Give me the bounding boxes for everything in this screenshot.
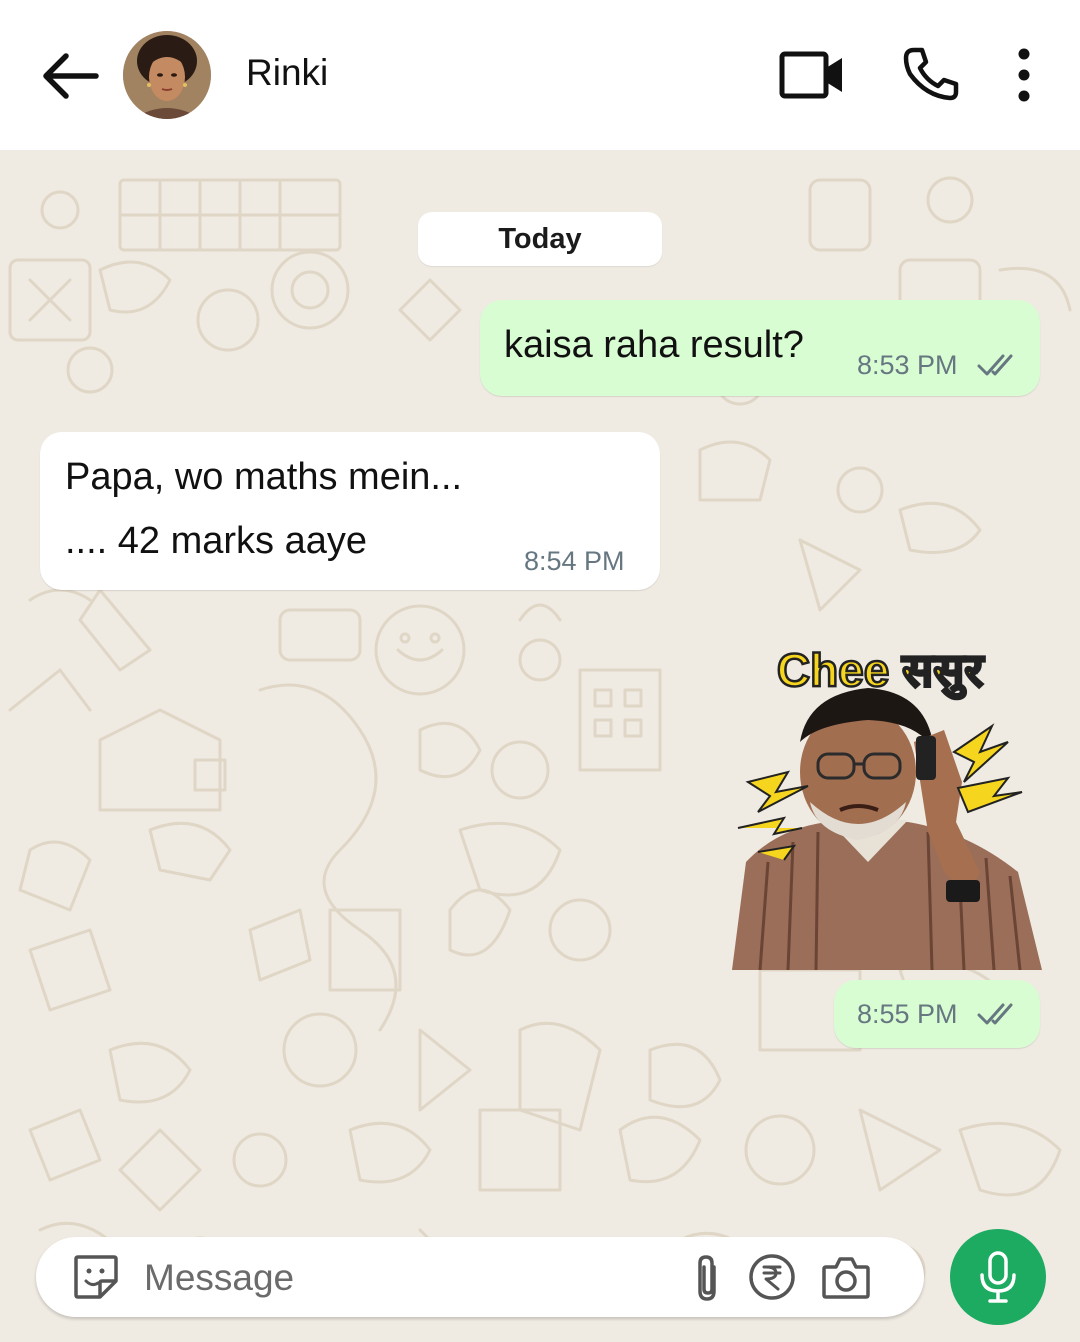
- double-tick-icon: [977, 1003, 1013, 1025]
- payment-button[interactable]: [748, 1253, 796, 1301]
- incoming-message[interactable]: Papa, wo maths mein... .... 42 marks aay…: [40, 432, 660, 590]
- message-text-line-1: Papa, wo maths mein...: [65, 456, 463, 498]
- phone-icon: [903, 47, 959, 101]
- more-vertical-icon: [1018, 48, 1030, 102]
- mic-icon: [980, 1251, 1016, 1303]
- back-button[interactable]: [38, 44, 102, 108]
- video-call-icon: [779, 51, 842, 99]
- rupee-icon: [749, 1254, 795, 1300]
- attach-icon: [698, 1255, 716, 1301]
- message-input[interactable]: [142, 1249, 676, 1307]
- attach-button[interactable]: [688, 1253, 728, 1303]
- message-text-line-2: .... 42 marks aaye: [65, 520, 368, 562]
- message-time: 8:53 PM: [857, 350, 958, 380]
- video-call-button[interactable]: [776, 46, 848, 106]
- chat-area[interactable]: Today kaisa raha result? 8:53 PM Papa, w…: [0, 150, 1080, 1342]
- contact-avatar[interactable]: [123, 31, 211, 119]
- double-tick-icon: [977, 354, 1013, 376]
- camera-icon: [822, 1257, 870, 1299]
- sticker-icon: [74, 1255, 118, 1299]
- sticker-text: Chee ससुर: [777, 644, 985, 700]
- sticker-timestamp: 8:55 PM: [834, 980, 1040, 1048]
- more-options-button[interactable]: [1004, 44, 1044, 106]
- message-text: kaisa raha result?: [504, 324, 804, 366]
- message-composer: [36, 1237, 924, 1317]
- sticker-button[interactable]: [70, 1251, 122, 1303]
- chat-header: Rinki: [0, 0, 1080, 150]
- contact-name[interactable]: Rinki: [246, 52, 328, 94]
- camera-button[interactable]: [820, 1253, 872, 1301]
- voice-call-button[interactable]: [900, 44, 962, 106]
- message-time: 8:54 PM: [524, 546, 625, 576]
- voice-message-button[interactable]: [950, 1229, 1046, 1325]
- back-arrow-icon: [43, 53, 99, 99]
- date-chip: Today: [418, 212, 662, 266]
- sticker-message[interactable]: Chee ससुर: [718, 632, 1042, 971]
- message-time: 8:55 PM: [857, 999, 958, 1029]
- outgoing-message[interactable]: kaisa raha result? 8:53 PM: [480, 300, 1040, 396]
